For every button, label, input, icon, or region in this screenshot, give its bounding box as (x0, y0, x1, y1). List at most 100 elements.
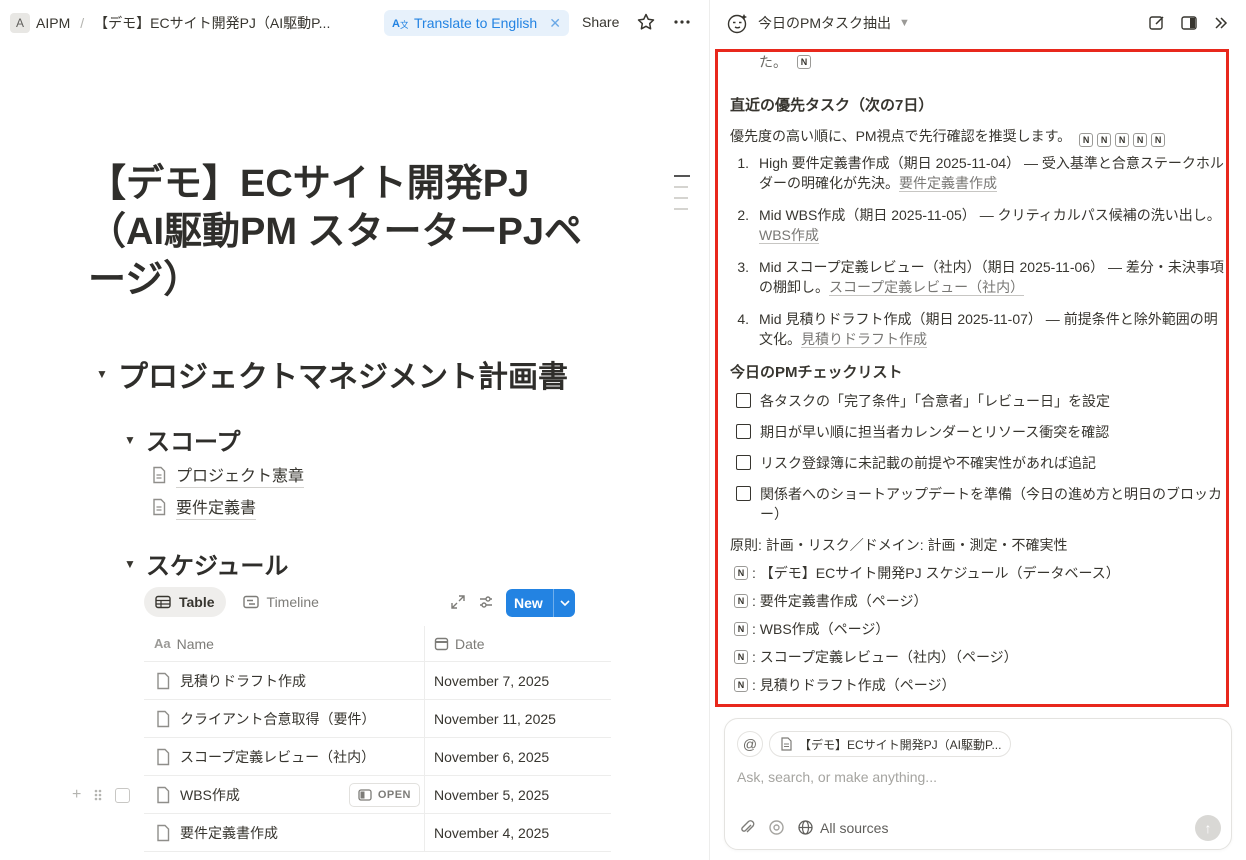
expand-icon[interactable] (450, 594, 466, 610)
row-name: 要件定義書作成 (180, 824, 278, 841)
table-header-row: Aa Name Date (144, 626, 611, 662)
heading-scope[interactable]: ▼ スコープ (124, 422, 241, 457)
checkbox[interactable] (736, 424, 751, 439)
ask-input[interactable] (737, 769, 1217, 785)
column-header-date[interactable]: Date (425, 626, 611, 661)
list-number: 2. (737, 207, 749, 223)
tab-table[interactable]: Table (144, 587, 226, 617)
reference-text: : 見積りドラフト作成（ページ） (752, 677, 956, 693)
page-icon (781, 737, 792, 751)
cell-date[interactable]: November 11, 2025 (425, 700, 611, 737)
notion-source-icon[interactable]: N (797, 55, 811, 69)
close-translate-icon[interactable]: ✕ (549, 15, 561, 32)
page-title-line: （AI駆動PM スターターPJペ (88, 211, 583, 253)
breadcrumb-root[interactable]: AIPM (36, 15, 70, 31)
settings-sliders-icon[interactable] (478, 594, 494, 610)
model-icon[interactable] (768, 819, 785, 836)
attach-icon[interactable] (739, 819, 756, 836)
side-panel-icon[interactable] (1180, 14, 1198, 32)
new-button[interactable]: New (506, 589, 575, 617)
section-heading-pm-plan[interactable]: ▼ プロジェクトマネジメント計画書 (96, 352, 568, 396)
table-row[interactable]: クライアント合意取得（要件） November 11, 2025 (144, 700, 611, 738)
page-icon (153, 498, 166, 516)
page-title[interactable]: 【デモ】ECサイト開発PJ （AI駆動PM スターターPJペ ージ） (88, 160, 618, 304)
table-row[interactable]: WBS作成 OPEN November 5, 2025 (144, 776, 611, 814)
table-row[interactable]: 見積りドラフト作成 November 7, 2025 (144, 662, 611, 700)
reference-item[interactable]: N: WBS作成（ページ） (730, 619, 1230, 639)
task-link[interactable]: WBS作成 (759, 227, 819, 244)
page-title-line: ージ） (88, 259, 202, 301)
task-link[interactable]: スコープ定義レビュー（社内） (829, 279, 1025, 296)
row-date: November 4, 2025 (434, 824, 550, 841)
notion-source-icon[interactable]: N (1151, 133, 1166, 147)
reference-item[interactable]: N: 見積りドラフト作成（ページ） (730, 675, 1230, 694)
row-select-checkbox[interactable] (115, 787, 131, 803)
sources-button[interactable]: All sources (797, 819, 888, 836)
collapse-panel-icon[interactable] (1212, 14, 1230, 32)
checklist-text: リスク登録簿に未記載の前提や不確実性があれば追記 (760, 455, 1096, 471)
database-view-tabs: Table Timeline (144, 587, 330, 617)
cell-date[interactable]: November 5, 2025 (425, 776, 611, 813)
cell-date[interactable]: November 4, 2025 (425, 814, 611, 851)
workspace-icon[interactable]: A (10, 13, 30, 33)
cell-date[interactable]: November 6, 2025 (425, 738, 611, 775)
cell-date[interactable]: November 7, 2025 (425, 662, 611, 699)
fragment-text: た。 (759, 54, 787, 70)
toggle-caret-icon[interactable]: ▼ (96, 367, 118, 381)
table-row[interactable]: スコープ定義レビュー（社内） November 6, 2025 (144, 738, 611, 776)
toggle-caret-icon[interactable]: ▼ (124, 557, 146, 571)
chevron-down-icon[interactable] (553, 589, 575, 617)
table-row[interactable]: 要件定義書作成 November 4, 2025 (144, 814, 611, 852)
notion-source-icon[interactable]: N (1097, 133, 1112, 147)
context-chip[interactable]: 【デモ】ECサイト開発PJ（AI駆動P... (769, 731, 1011, 757)
task-text: Mid WBS作成（期日 2025-11-05） — クリティカルパス候補の洗い… (759, 207, 1221, 223)
drag-handle-icon[interactable] (93, 788, 103, 802)
new-chat-icon[interactable] (1148, 14, 1166, 32)
ai-chat-title[interactable]: 今日のPMタスク抽出 (758, 13, 891, 33)
cell-name[interactable]: クライアント合意取得（要件） (144, 700, 425, 737)
open-row-button[interactable]: OPEN (348, 783, 420, 807)
notion-source-icon[interactable]: N (1133, 133, 1148, 147)
page-link-requirements[interactable]: 要件定義書 (150, 494, 257, 520)
cell-name[interactable]: スコープ定義レビュー（社内） (144, 738, 425, 775)
checkbox[interactable] (736, 455, 751, 470)
task-link[interactable]: 見積りドラフト作成 (801, 331, 927, 348)
reference-item[interactable]: N: スコープ定義レビュー（社内）（ページ） (730, 647, 1230, 667)
more-icon[interactable] (672, 12, 692, 32)
checkbox[interactable] (736, 486, 751, 501)
translate-button[interactable]: A文 Translate to English ✕ (384, 10, 569, 36)
priority-heading: 直近の優先タスク（次の7日） (730, 97, 934, 114)
toggle-caret-icon[interactable]: ▼ (124, 433, 146, 447)
share-button[interactable]: Share (582, 14, 619, 30)
page-icon (157, 672, 170, 689)
calendar-icon (434, 637, 449, 651)
cell-name[interactable]: WBS作成 OPEN (144, 776, 425, 813)
breadcrumb-page[interactable]: 【デモ】ECサイト開発PJ（AI駆動P... (94, 13, 330, 33)
reference-item[interactable]: N: 【デモ】ECサイト開発PJ スケジュール（データベース） (730, 563, 1230, 583)
list-number: 1. (737, 155, 749, 171)
toc-line (674, 197, 688, 199)
star-icon[interactable] (636, 12, 656, 32)
checkbox[interactable] (736, 393, 751, 408)
mention-button[interactable]: @ (737, 731, 763, 757)
notion-source-icon[interactable]: N (1115, 133, 1130, 147)
chevron-down-icon[interactable]: ▼ (899, 17, 910, 29)
page-link-project-charter[interactable]: プロジェクト憲章 (150, 462, 305, 488)
list-item: 1. High 要件定義書作成（期日 2025-11-04） — 受入基準と合意… (730, 153, 1230, 193)
reference-item[interactable]: N: 要件定義書作成（ページ） (730, 591, 1230, 611)
table-of-contents[interactable] (674, 175, 690, 219)
tab-timeline[interactable]: Timeline (232, 587, 330, 617)
page-icon (157, 786, 170, 803)
checklist-heading: 今日のPMチェックリスト (730, 364, 903, 381)
cell-name[interactable]: 見積りドラフト作成 (144, 662, 425, 699)
send-button[interactable]: ↑ (1195, 815, 1221, 841)
cell-name[interactable]: 要件定義書作成 (144, 814, 425, 851)
list-number: 3. (737, 259, 749, 275)
notion-source-icon[interactable]: N (1079, 133, 1094, 147)
task-link[interactable]: 要件定義書作成 (899, 175, 997, 192)
checklist-text: 関係者へのショートアップデートを準備（今日の進め方と明日のブロッカー） (760, 486, 1222, 522)
page-icon (157, 824, 170, 841)
add-row-icon[interactable]: + (72, 786, 81, 804)
heading-schedule[interactable]: ▼ スケジュール (124, 546, 288, 581)
column-header-name[interactable]: Aa Name (144, 626, 425, 661)
